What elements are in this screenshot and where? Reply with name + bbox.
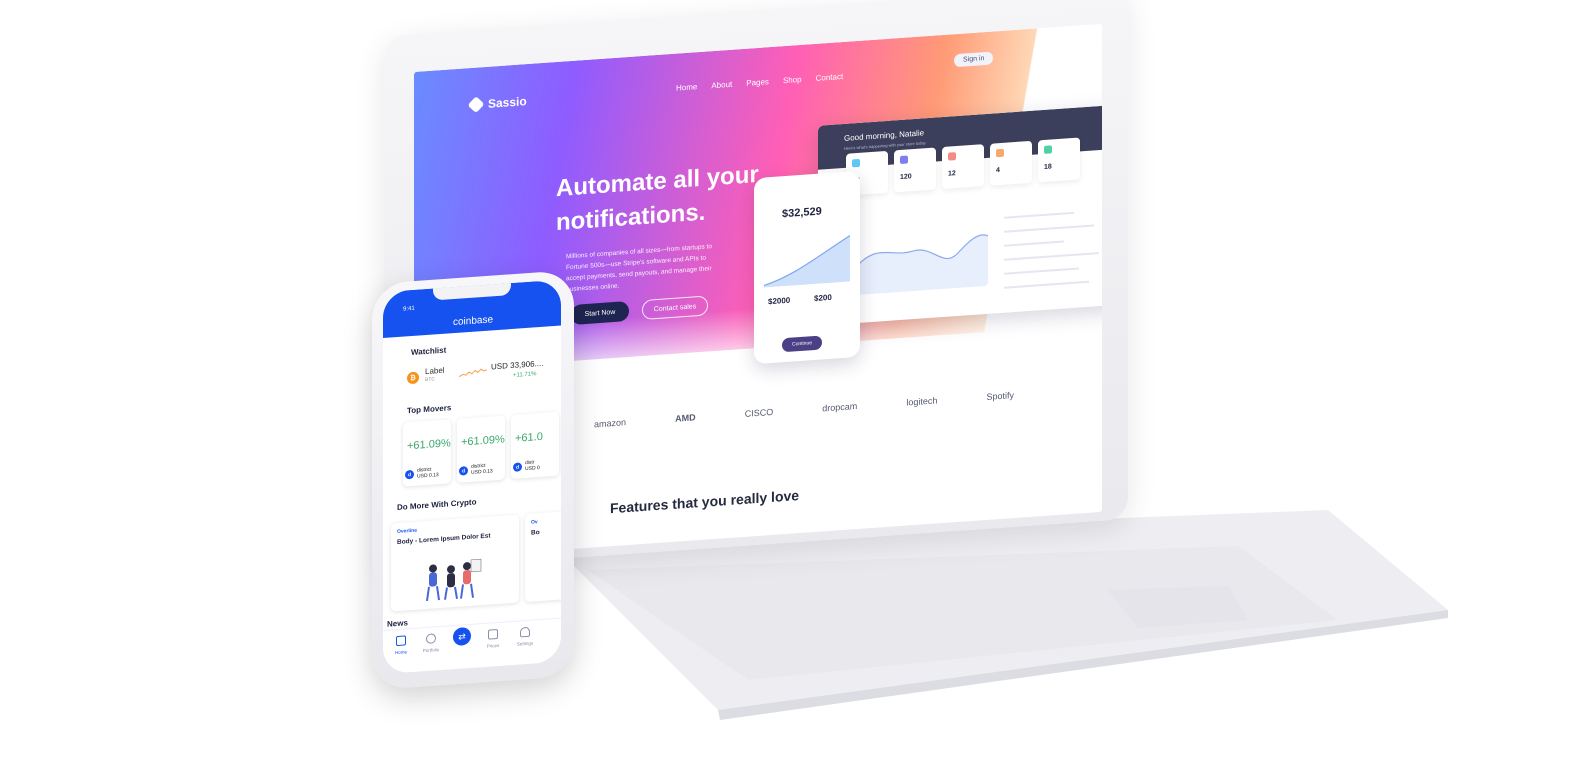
bar-chart-icon [488,628,498,640]
status-time: 9:41 [403,305,415,313]
stat-value: 4 [996,167,1000,175]
balance-amount: $32,529 [782,205,822,221]
stat-card: 18 [1038,137,1080,183]
card-overline: Ov [531,519,538,526]
do-more-title: Do More With Crypto [397,497,477,513]
watchlist-title: Watchlist [411,345,447,358]
features-heading: Features that you really love [610,487,800,517]
mini-right-value: $200 [814,292,832,304]
mini-left-value: $2000 [768,295,791,307]
area-chart [858,234,988,295]
clock-icon [426,633,436,644]
learn-card[interactable]: Ov Bo [525,509,561,603]
card-body: Body - Lorem Ipsum Dolor Est [397,532,491,547]
mover-change: +61.0 [515,430,543,445]
district-coin-icon: d [513,462,522,472]
sparkline-icon [459,368,487,378]
tab-settings[interactable]: Settings [509,626,541,647]
watchlist-row[interactable]: ₿ Label BTC USD 33,906.... +11.71% [407,358,557,394]
stat-value: 18 [1044,163,1052,171]
user-icon [520,626,530,638]
stat-card: 12 [942,144,984,190]
card-body: Bo [531,529,540,537]
watch-price: USD 33,906.... [491,358,544,372]
brand-cisco: CISCO [744,406,774,419]
illustration-icon [426,558,482,601]
district-coin-icon: d [459,466,468,476]
news-title: News [387,618,408,629]
nav-home[interactable]: Home [676,82,697,92]
stat-card: 4 [990,140,1032,186]
appointments-panel [996,194,1102,314]
mover-card[interactable]: +61.09% d district USD 0.13 [403,419,451,487]
phone-screen: 9:41 coinbase Watchlist ₿ Label BTC USD … [383,279,561,674]
dashboard-preview: Good morning, Natalie Here's what's happ… [818,104,1102,326]
continue-button[interactable]: Continue [782,335,822,353]
mover-name: distr USD 0 [525,459,540,473]
start-now-button[interactable]: Start Now [571,300,629,326]
bitcoin-icon: ₿ [407,371,419,385]
home-icon [396,635,406,647]
brand-dropcam: dropcam [822,401,858,414]
nav-about[interactable]: About [711,80,732,90]
watch-ticker: BTC [425,376,435,384]
brand-logos: amazon AMD CISCO dropcam logitech Spotif… [594,390,1014,429]
top-movers-title: Top Movers [407,403,452,416]
district-coin-icon: d [405,469,414,480]
stat-card: 120 [894,147,936,193]
nav-shop[interactable]: Shop [783,75,802,85]
nav-pages[interactable]: Pages [746,77,769,88]
watch-label: Label [425,365,445,377]
brand-amazon: amazon [594,417,627,430]
watch-change: +11.71% [513,371,537,379]
brand-logitech: logitech [906,395,938,408]
tab-prices[interactable]: Prices [477,628,509,649]
tab-home[interactable]: Home [385,635,417,656]
brand-spotify: Spotify [986,390,1014,402]
brand-amd: AMD [675,412,696,424]
logo-icon [467,96,485,114]
balance-chart [764,235,850,288]
learn-card[interactable]: Overline Body - Lorem Ipsum Dolor Est [391,514,519,612]
swap-icon: ⇄ [458,630,466,642]
trade-button[interactable]: ⇄ [453,626,471,647]
mover-card[interactable]: +61.09% d district USD 0.13 [457,415,505,483]
mini-phone-card: $32,529 $2000 $200 Continue [754,170,860,365]
card-overline: Overline [397,527,418,536]
site-logo-text: Sassio [488,94,527,111]
mover-name: district USD 0.13 [471,462,493,476]
mover-change: +61.09% [407,437,451,453]
tab-portfolio[interactable]: Portfolio [415,633,447,654]
mover-card[interactable]: +61.0 d distr USD 0 [511,411,559,480]
mover-change: +61.09% [461,433,505,449]
mover-name: district USD 0.13 [417,466,439,480]
nav-contact[interactable]: Contact [816,72,844,83]
stat-value: 120 [900,173,912,182]
stat-value: 12 [948,170,956,178]
